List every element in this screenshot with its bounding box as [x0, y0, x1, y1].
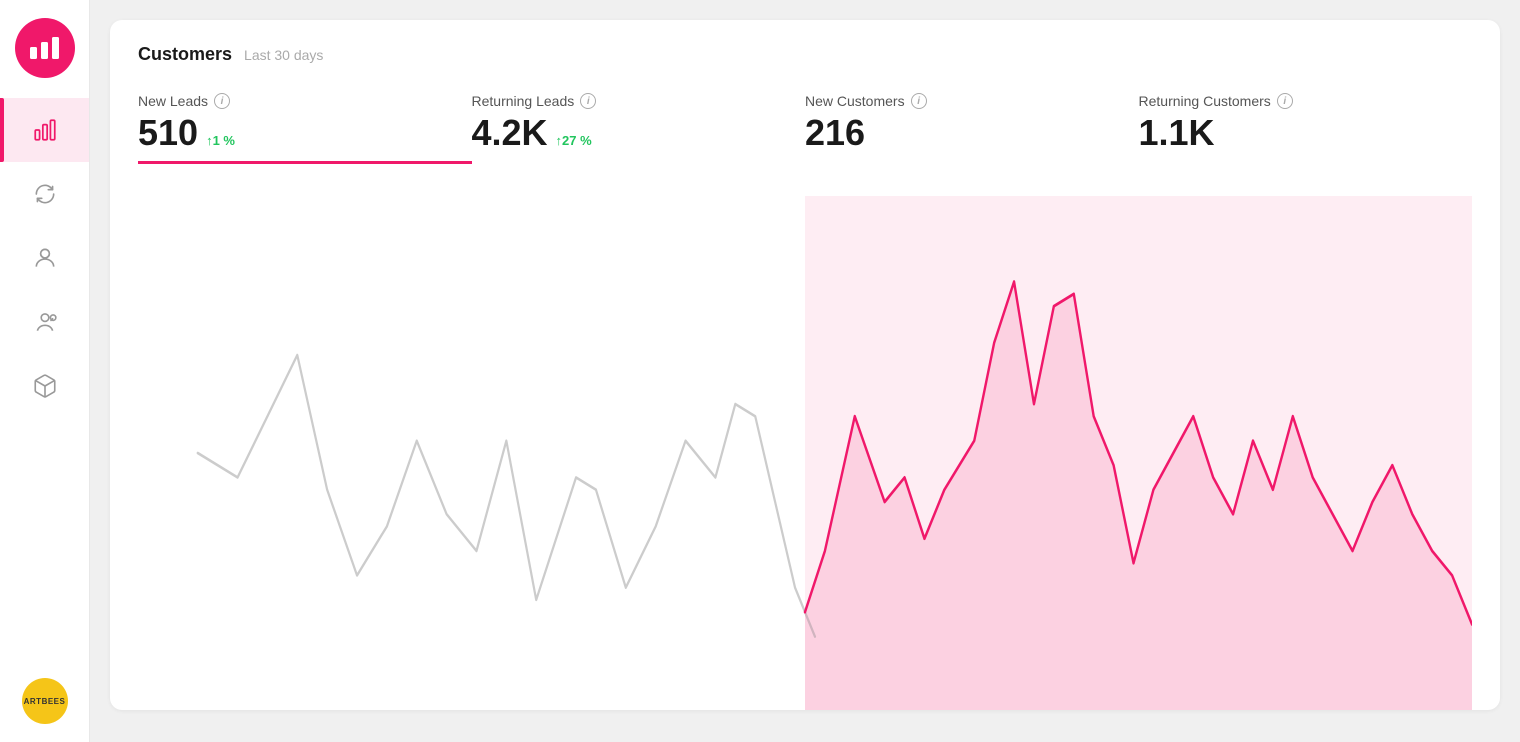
analytics-icon — [32, 117, 58, 143]
metric-returning-leads[interactable]: Returning Leads i 4.2K ↑27 % — [472, 93, 806, 164]
sidebar-item-contacts[interactable] — [0, 226, 89, 290]
metrics-row: New Leads i 510 ↑1 % Returning Leads i 4… — [138, 93, 1472, 164]
sidebar-bottom: Artbees — [22, 678, 68, 724]
metric-returning-leads-value: 4.2K — [472, 115, 548, 151]
metric-new-leads[interactable]: New Leads i 510 ↑1 % — [138, 93, 472, 164]
chart-svg — [138, 196, 1472, 710]
vendor-icon — [32, 309, 58, 335]
packages-icon — [32, 373, 58, 399]
metric-new-customers-value: 216 — [805, 115, 865, 151]
metric-new-customers[interactable]: New Customers i 216 — [805, 93, 1139, 164]
metric-returning-leads-value-row: 4.2K ↑27 % — [472, 115, 786, 151]
metric-returning-leads-change: ↑27 % — [556, 133, 592, 148]
chart-area — [138, 196, 1472, 710]
returning-customers-info-icon[interactable]: i — [1277, 93, 1293, 109]
contacts-icon — [32, 245, 58, 271]
metric-new-leads-label: New Leads i — [138, 93, 452, 109]
new-customers-info-icon[interactable]: i — [911, 93, 927, 109]
metric-new-customers-value-row: 216 — [805, 115, 1119, 151]
sidebar-item-sync[interactable] — [0, 162, 89, 226]
metric-returning-customers-value-row: 1.1K — [1139, 115, 1453, 151]
chart-gray-line — [198, 355, 815, 636]
sidebar-item-packages[interactable] — [0, 354, 89, 418]
sync-icon — [32, 181, 58, 207]
metric-returning-customers-label: Returning Customers i — [1139, 93, 1453, 109]
card-title: Customers — [138, 44, 232, 65]
card-header: Customers Last 30 days — [138, 44, 1472, 65]
main-content: Customers Last 30 days New Leads i 510 ↑… — [90, 0, 1520, 742]
card-subtitle: Last 30 days — [244, 47, 323, 63]
sidebar: Artbees — [0, 0, 90, 742]
sidebar-item-analytics[interactable] — [0, 98, 89, 162]
customers-card: Customers Last 30 days New Leads i 510 ↑… — [110, 20, 1500, 710]
metric-new-leads-value: 510 — [138, 115, 198, 151]
new-leads-info-icon[interactable]: i — [214, 93, 230, 109]
metric-new-customers-label: New Customers i — [805, 93, 1119, 109]
metric-new-leads-value-row: 510 ↑1 % — [138, 115, 452, 151]
app-logo[interactable] — [15, 18, 75, 78]
metric-new-leads-change: ↑1 % — [206, 133, 235, 148]
sidebar-item-vendor[interactable] — [0, 290, 89, 354]
metric-returning-leads-label: Returning Leads i — [472, 93, 786, 109]
metric-returning-customers[interactable]: Returning Customers i 1.1K — [1139, 93, 1473, 164]
sidebar-nav — [0, 98, 89, 418]
metric-returning-customers-value: 1.1K — [1139, 115, 1215, 151]
returning-leads-info-icon[interactable]: i — [580, 93, 596, 109]
user-avatar[interactable]: Artbees — [22, 678, 68, 724]
